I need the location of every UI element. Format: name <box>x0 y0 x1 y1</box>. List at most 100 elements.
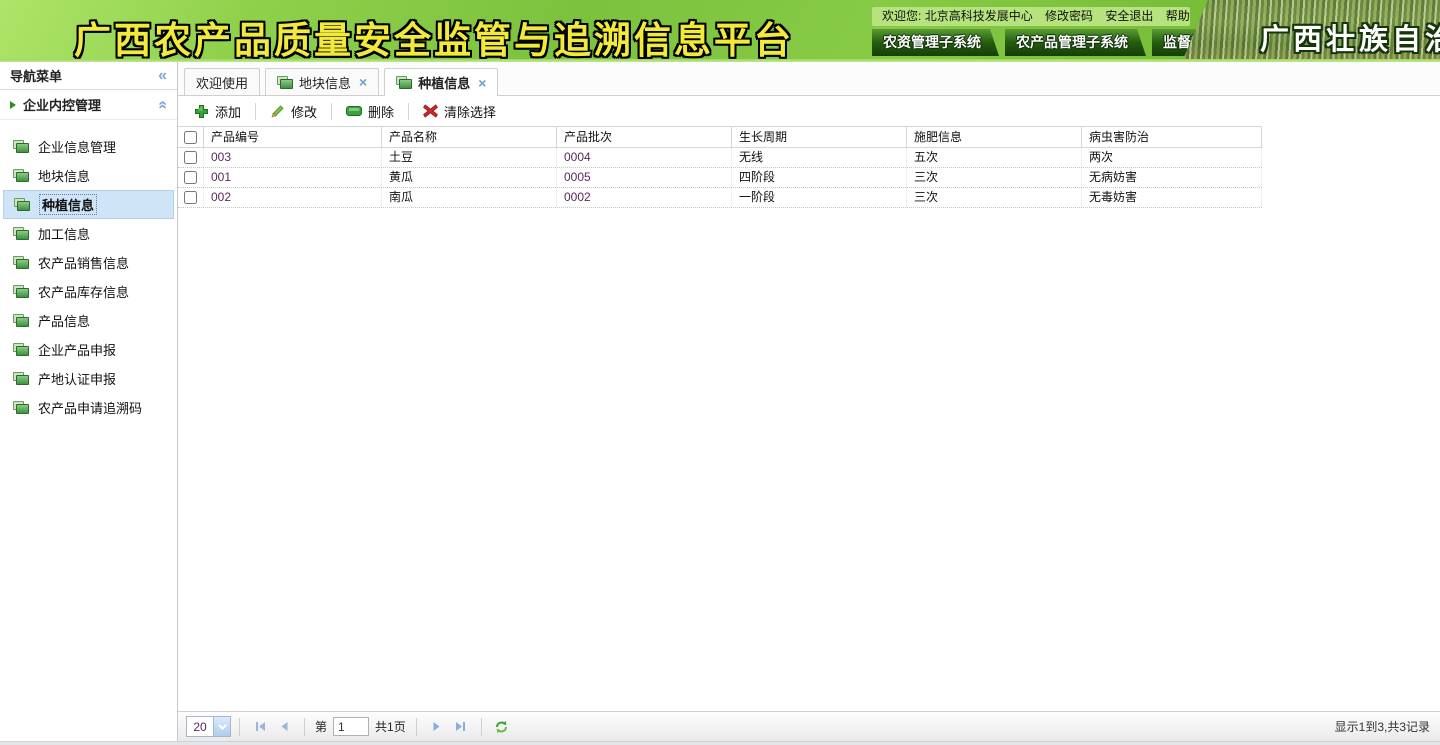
toolbar-separator <box>408 103 409 120</box>
next-page-button[interactable] <box>427 717 447 737</box>
page-size-value: 20 <box>187 720 213 734</box>
tab-close-icon[interactable]: × <box>478 75 486 91</box>
page-number-input[interactable] <box>333 717 369 736</box>
group-collapse-icon[interactable]: « <box>155 100 171 109</box>
cell-growth-cycle: 四阶段 <box>732 168 907 187</box>
edit-pencil-icon <box>270 104 285 119</box>
folder-icon <box>13 169 29 182</box>
sidebar-item-planting-info[interactable]: 种植信息 <box>3 190 174 219</box>
cell-product-code: 003 <box>204 148 382 167</box>
refresh-button[interactable] <box>492 717 512 737</box>
region-banner-text: 广西壮族自治区 <box>1260 16 1440 58</box>
cell-product-batch: 0002 <box>557 188 732 207</box>
tab-welcome[interactable]: 欢迎使用 <box>184 68 260 95</box>
pager-separator <box>481 718 482 736</box>
cell-fertilizer-info: 三次 <box>907 188 1082 207</box>
toolbar-separator <box>255 103 256 120</box>
folder-icon <box>13 140 29 153</box>
last-page-button[interactable] <box>451 717 471 737</box>
folder-icon <box>14 198 30 211</box>
pager-separator <box>239 718 240 736</box>
prev-page-button[interactable] <box>274 717 294 737</box>
folder-icon <box>13 372 29 385</box>
wheat-banner-image: 广西壮族自治区 <box>1182 0 1440 62</box>
first-page-button[interactable] <box>250 717 270 737</box>
column-header[interactable]: 病虫害防治 <box>1082 127 1262 147</box>
welcome-prefix: 欢迎您: <box>882 9 921 23</box>
subsystem-agri-supply-button[interactable]: 农资管理子系统 <box>872 29 999 56</box>
folder-icon <box>13 256 29 269</box>
last-page-icon <box>454 720 467 733</box>
sidebar-group-enterprise-control[interactable]: 企业内控管理 « <box>0 90 177 120</box>
row-checkbox[interactable] <box>184 171 197 184</box>
total-pages-label: 共1页 <box>375 718 406 735</box>
add-button[interactable]: 添加 <box>184 99 251 123</box>
dropdown-button[interactable] <box>213 717 230 736</box>
column-header[interactable]: 施肥信息 <box>907 127 1082 147</box>
cell-product-code: 002 <box>204 188 382 207</box>
edit-button[interactable]: 修改 <box>260 99 327 123</box>
change-password-link[interactable]: 修改密码 <box>1045 9 1093 23</box>
cell-product-batch: 0005 <box>557 168 732 187</box>
help-link[interactable]: 帮助 <box>1166 9 1190 23</box>
page-size-select[interactable]: 20 <box>186 716 231 737</box>
sidebar-item-inventory-info[interactable]: 农产品库存信息 <box>0 277 177 306</box>
column-header[interactable]: 产品批次 <box>557 127 732 147</box>
subsystem-agri-product-button[interactable]: 农产品管理子系统 <box>1005 29 1146 56</box>
tab-close-icon[interactable]: × <box>359 74 367 90</box>
page-prefix-label: 第 <box>315 718 327 735</box>
cell-fertilizer-info: 五次 <box>907 148 1082 167</box>
sidebar-item-processing-info[interactable]: 加工信息 <box>0 219 177 248</box>
tab-plot-info[interactable]: 地块信息 × <box>265 68 379 95</box>
column-header[interactable]: 产品名称 <box>382 127 557 147</box>
table-row[interactable]: 001 黄瓜 0005 四阶段 三次 无病妨害 <box>178 168 1262 188</box>
first-page-icon <box>254 720 267 733</box>
table-row[interactable]: 003 土豆 0004 无线 五次 两次 <box>178 148 1262 168</box>
sidebar-collapse-icon[interactable]: « <box>158 68 167 84</box>
main-panel: 欢迎使用 地块信息 × 种植信息 × 添加 <box>178 62 1440 741</box>
toolbar-separator <box>331 103 332 120</box>
column-header[interactable]: 产品编号 <box>204 127 382 147</box>
sidebar-menu: 企业信息管理 地块信息 种植信息 加工信息 农产品销售信息 农产品库存信息 产品… <box>0 120 177 422</box>
column-header[interactable]: 生长周期 <box>732 127 907 147</box>
folder-icon <box>13 343 29 356</box>
row-checkbox[interactable] <box>184 191 197 204</box>
folder-icon <box>13 285 29 298</box>
clear-selection-button[interactable]: 清除选择 <box>413 99 506 123</box>
app-header: 广西农产品质量安全监管与追溯信息平台 欢迎您: 北京高科技发展中心 修改密码 安… <box>0 0 1440 62</box>
bottom-strip <box>0 741 1440 745</box>
sidebar-item-enterprise-info[interactable]: 企业信息管理 <box>0 132 177 161</box>
cell-growth-cycle: 无线 <box>732 148 907 167</box>
record-summary: 显示1到3,共3记录 <box>1335 718 1430 735</box>
sidebar-item-plot-info[interactable]: 地块信息 <box>0 161 177 190</box>
welcome-bar: 欢迎您: 北京高科技发展中心 修改密码 安全退出 帮助 <box>872 7 1190 26</box>
next-page-icon <box>430 720 443 733</box>
grid-toolbar: 添加 修改 删除 <box>178 96 1440 126</box>
table-row[interactable]: 002 南瓜 0002 一阶段 三次 无毒妨害 <box>178 188 1262 208</box>
folder-icon <box>13 314 29 327</box>
cell-pest-control: 无病妨害 <box>1082 168 1262 187</box>
row-checkbox[interactable] <box>184 151 197 164</box>
delete-button[interactable]: 删除 <box>336 99 404 123</box>
pagination-bar: 20 第 共1页 <box>178 711 1440 741</box>
sidebar-item-origin-cert-declare[interactable]: 产地认证申报 <box>0 364 177 393</box>
document-tabbar: 欢迎使用 地块信息 × 种植信息 × <box>178 62 1440 96</box>
subsystem-nav: 农资管理子系统 农产品管理子系统 监督管理 <box>872 29 1237 56</box>
cell-product-code: 001 <box>204 168 382 187</box>
sidebar-item-sales-info[interactable]: 农产品销售信息 <box>0 248 177 277</box>
folder-icon <box>396 76 412 89</box>
group-label: 企业内控管理 <box>23 95 151 114</box>
sidebar-item-product-declare[interactable]: 企业产品申报 <box>0 335 177 364</box>
select-all-checkbox[interactable] <box>184 131 197 144</box>
navigation-sidebar: 导航菜单 « 企业内控管理 « 企业信息管理 地块信息 种植信息 加工信息 <box>0 62 178 741</box>
add-plus-icon <box>194 104 209 119</box>
cell-pest-control: 两次 <box>1082 148 1262 167</box>
pager-separator <box>304 718 305 736</box>
tab-planting-info[interactable]: 种植信息 × <box>384 68 498 96</box>
sidebar-item-trace-code-apply[interactable]: 农产品申请追溯码 <box>0 393 177 422</box>
cell-product-name: 土豆 <box>382 148 557 167</box>
sidebar-item-product-info[interactable]: 产品信息 <box>0 306 177 335</box>
cell-fertilizer-info: 三次 <box>907 168 1082 187</box>
folder-icon <box>13 227 29 240</box>
logout-link[interactable]: 安全退出 <box>1105 9 1153 23</box>
